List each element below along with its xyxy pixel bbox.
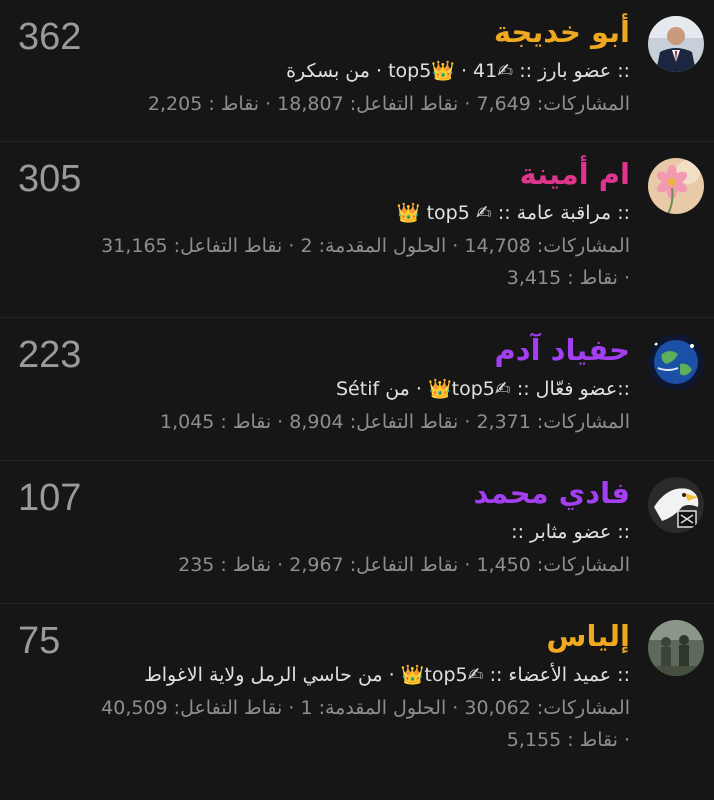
member-row[interactable]: 305 ام أمينة :: مراقبة عامة :: ✍ top5 �: [0, 142, 714, 318]
member-avatar[interactable]: [648, 334, 704, 390]
member-username[interactable]: فادي محمد: [100, 471, 630, 515]
member-leaderboard-list: 362 أبو خديجة :: عضو بارز :: ✍top5👑 · 41…: [0, 0, 714, 800]
member-info: حفياد آدم ::عضو فعّال :: ✍top5👑 · من Sét…: [100, 328, 630, 438]
man-in-suit-avatar-icon: [648, 16, 704, 72]
member-rank: :: عميد الأعضاء :: ✍top5👑 · من حاسي الرم…: [144, 664, 630, 686]
member-info: أبو خديجة :: عضو بارز :: ✍top5👑 · 41 · م…: [100, 10, 630, 120]
member-rank: :: عضو مثابر ::: [511, 521, 630, 543]
member-username[interactable]: إلياس: [100, 614, 630, 658]
member-stats: المشاركات: 7,649 · نقاط التفاعل: 18,807 …: [147, 93, 630, 115]
member-score: 305: [18, 158, 82, 200]
member-row[interactable]: 223 حفياد آدم ::عضو فعّال :: ✍top5👑 · من…: [0, 318, 714, 461]
member-score: 107: [18, 477, 82, 519]
member-info: إلياس :: عميد الأعضاء :: ✍top5👑 · من حاس…: [100, 614, 630, 756]
member-stats: المشاركات: 2,371 · نقاط التفاعل: 8,904 ·…: [159, 411, 630, 433]
member-stats: المشاركات: 14,708 · الحلول المقدمة: 2 · …: [101, 235, 630, 289]
member-rank: :: مراقبة عامة :: ✍ top5 👑: [396, 202, 630, 224]
member-avatar[interactable]: [648, 158, 704, 214]
member-row[interactable]: 107 فادي محمد :: عضو مثابر :: المشاركات:…: [0, 461, 714, 604]
member-rank: ::عضو فعّال :: ✍top5👑 · من Sétif: [336, 378, 630, 400]
member-stats: المشاركات: 30,062 · الحلول المقدمة: 1 · …: [101, 697, 630, 751]
member-username[interactable]: ام أمينة: [100, 152, 630, 196]
member-username[interactable]: أبو خديجة: [100, 10, 630, 54]
member-avatar[interactable]: [648, 16, 704, 72]
member-rank: :: عضو بارز :: ✍top5👑 · 41 · من بسكرة: [286, 60, 630, 82]
pink-flower-avatar-icon: [648, 158, 704, 214]
soldiers-avatar-icon: [648, 620, 704, 676]
member-info: ام أمينة :: مراقبة عامة :: ✍ top5 👑 المش…: [100, 152, 630, 294]
eagle-avatar-icon: [648, 477, 704, 533]
member-score: 362: [18, 16, 82, 58]
member-row[interactable]: 75 إلياس :: عميد الأعضاء :: ✍top5👑 · من …: [0, 604, 714, 800]
member-avatar[interactable]: [648, 477, 704, 533]
member-username[interactable]: حفياد آدم: [100, 328, 630, 372]
earth-globe-avatar-icon: [648, 334, 704, 390]
member-score: 75: [18, 620, 61, 662]
member-score: 223: [18, 334, 82, 376]
member-info: فادي محمد :: عضو مثابر :: المشاركات: 1,4…: [100, 471, 630, 581]
member-row[interactable]: 362 أبو خديجة :: عضو بارز :: ✍top5👑 · 41…: [0, 0, 714, 142]
member-stats: المشاركات: 1,450 · نقاط التفاعل: 2,967 ·…: [178, 554, 630, 576]
member-avatar[interactable]: [648, 620, 704, 676]
